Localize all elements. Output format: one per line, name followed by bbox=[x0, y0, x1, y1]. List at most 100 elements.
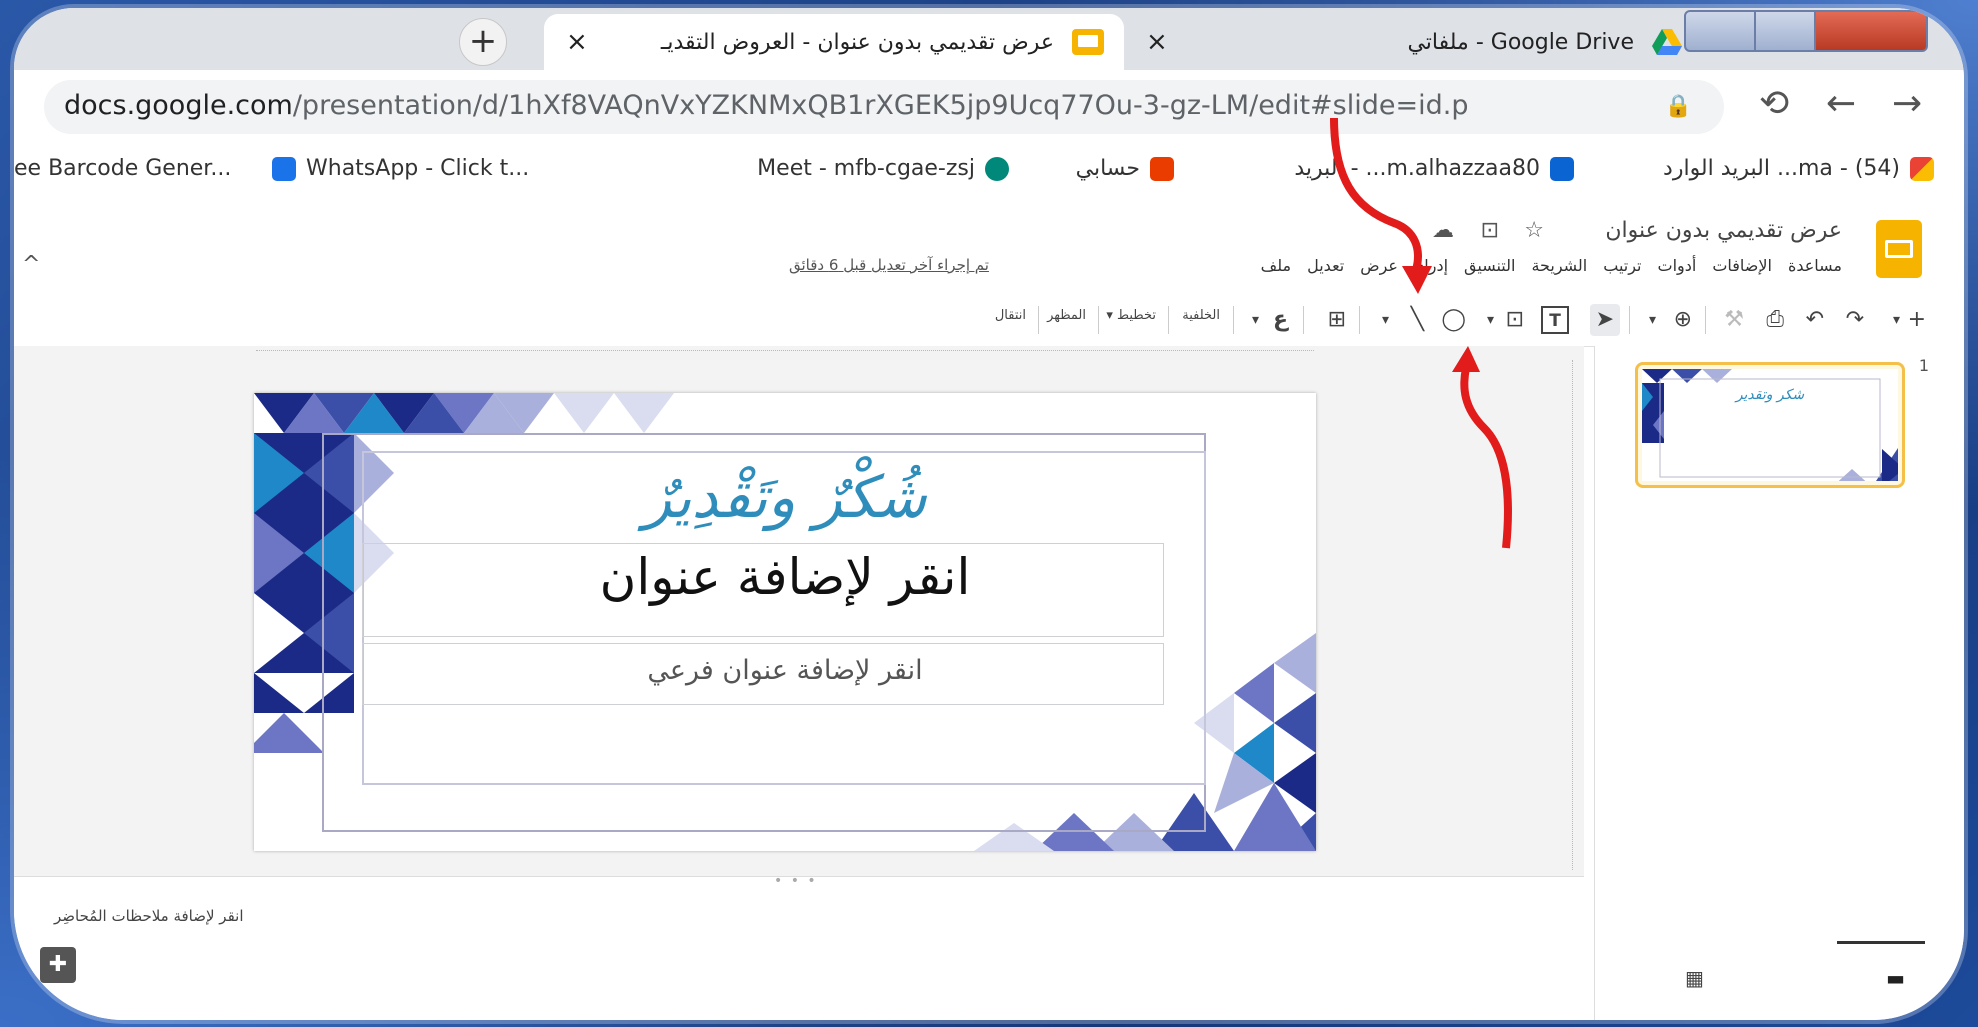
image-dropdown-icon[interactable]: ▾ bbox=[1487, 304, 1494, 336]
zoom-icon[interactable]: ⊕ bbox=[1674, 304, 1692, 336]
thumbnail-title: شكر وتقدير bbox=[1735, 387, 1805, 403]
url-field[interactable]: docs.google.com/presentation/d/1hXf8VAQn… bbox=[44, 80, 1724, 134]
browser-window: + × عرض تقديمي بدون عنوان - العروض التقد… bbox=[14, 8, 1964, 1020]
toolbar-divider bbox=[1098, 306, 1099, 334]
slides-logo-icon[interactable] bbox=[1876, 220, 1922, 278]
menu-view[interactable]: عرض bbox=[1360, 256, 1398, 275]
address-bar: docs.google.com/presentation/d/1hXf8VAQn… bbox=[14, 70, 1964, 146]
minimize-button[interactable] bbox=[1684, 10, 1758, 52]
theme-button[interactable]: المظهر bbox=[1047, 308, 1086, 323]
bookmark-gmail[interactable]: البريد الوارد ...ma - (54) bbox=[1663, 156, 1934, 181]
back-icon[interactable]: ← bbox=[1826, 84, 1856, 124]
slide-filmstrip: 1 شكر وتقدير ▦ ▬ bbox=[1594, 346, 1964, 1020]
thumbnail-content: شكر وتقدير bbox=[1642, 369, 1898, 481]
speaker-notes-panel[interactable]: • • • انقر لإضافة ملاحظات المُحاضِر ✚ bbox=[14, 873, 1584, 1020]
bookmark-whatsapp[interactable]: WhatsApp - Click t... bbox=[272, 156, 529, 181]
title-placeholder[interactable]: انقر لإضافة عنوان bbox=[254, 548, 1316, 606]
bookmark-outlook[interactable]: البريد - ...m.alhazzaa80 bbox=[1294, 156, 1574, 181]
redo-icon[interactable]: ↷ bbox=[1846, 304, 1864, 336]
tab-close-icon[interactable]: × bbox=[1146, 27, 1168, 57]
horizontal-ruler bbox=[256, 350, 1314, 361]
tab-title: Google Drive - ملفاتي bbox=[1407, 29, 1634, 55]
menu-insert[interactable]: إدراج bbox=[1414, 256, 1448, 275]
collapse-chevron-icon[interactable]: ^ bbox=[22, 252, 40, 277]
new-slide-dropdown-icon[interactable]: ▾ bbox=[1893, 304, 1900, 336]
tab-slides[interactable]: × عرض تقديمي بدون عنوان - العروض التقديـ bbox=[544, 14, 1124, 70]
zoom-dropdown-icon[interactable]: ▾ bbox=[1649, 304, 1656, 336]
menu-file[interactable]: ملف bbox=[1261, 256, 1291, 275]
bookmark-label: WhatsApp - Click t... bbox=[306, 156, 530, 181]
tab-strip: + × عرض تقديمي بدون عنوان - العروض التقد… bbox=[14, 8, 1964, 70]
speaker-notes-placeholder[interactable]: انقر لإضافة ملاحظات المُحاضِر bbox=[54, 907, 244, 925]
explore-icon[interactable]: ✚ bbox=[40, 947, 76, 983]
toolbar-divider bbox=[1233, 306, 1234, 334]
whatsapp-link-icon bbox=[272, 156, 296, 181]
bookmark-label: حسابي bbox=[1075, 156, 1140, 181]
move-folder-icon[interactable]: ⊡ bbox=[1481, 218, 1499, 243]
layout-button[interactable]: تخطيط ▾ bbox=[1106, 308, 1156, 323]
menu-edit[interactable]: تعديل bbox=[1307, 256, 1344, 275]
filmstrip-view-icon[interactable]: ▬ bbox=[1886, 966, 1905, 990]
bookmark-office[interactable]: حسابي bbox=[1076, 156, 1174, 181]
tab-drive[interactable]: × Google Drive - ملفاتي bbox=[1124, 14, 1704, 70]
lock-icon[interactable]: 🔒 bbox=[1665, 94, 1692, 119]
maximize-button[interactable] bbox=[1754, 10, 1818, 52]
image-icon[interactable]: ⊡ bbox=[1506, 304, 1524, 336]
notes-resize-handle[interactable]: • • • bbox=[774, 873, 818, 889]
menu-addons[interactable]: الإضافات bbox=[1712, 256, 1772, 275]
cloud-status-icon[interactable]: ☁ bbox=[1432, 218, 1454, 243]
bookmarks-bar: البريد الوارد ...ma - (54) البريد - ...m… bbox=[14, 146, 1964, 197]
menu-slide[interactable]: الشريحة bbox=[1531, 256, 1587, 275]
textbox-tool[interactable]: T bbox=[1541, 304, 1569, 336]
transition-button[interactable]: انتقال bbox=[995, 308, 1026, 323]
document-title[interactable]: عرض تقديمي بدون عنوان bbox=[1605, 218, 1842, 243]
select-cursor-icon[interactable]: ➤ bbox=[1589, 304, 1620, 336]
vertical-ruler bbox=[1572, 360, 1583, 870]
slide-thumbnail[interactable]: شكر وتقدير bbox=[1635, 362, 1905, 488]
bookmark-label: Meet - mfb-cgae-zsj bbox=[757, 156, 975, 181]
menu-help[interactable]: مساعدة bbox=[1788, 256, 1842, 275]
calligraphy-heading[interactable]: شُكْرٌ وتَقْدِيرٌ bbox=[254, 463, 1316, 531]
meet-icon bbox=[985, 156, 1009, 181]
toolbar-divider bbox=[1303, 306, 1304, 334]
new-slide-icon[interactable]: + bbox=[1908, 304, 1926, 336]
toolbar-divider bbox=[1629, 306, 1630, 334]
input-tools-dropdown-icon[interactable]: ▾ bbox=[1252, 304, 1259, 336]
undo-icon[interactable]: ↶ bbox=[1806, 304, 1824, 336]
print-icon[interactable]: ⎙ bbox=[1766, 304, 1784, 336]
menu-format[interactable]: التنسيق bbox=[1464, 256, 1515, 275]
last-edit-link[interactable]: تم إجراء آخر تعديل قبل 6 دقائق bbox=[789, 256, 989, 274]
slide-canvas[interactable]: شُكْرٌ وتَقْدِيرٌ انقر لإضافة عنوان انقر… bbox=[254, 393, 1316, 851]
bookmark-label: البريد - ...m.alhazzaa80 bbox=[1294, 156, 1540, 181]
thumbnail-decoration bbox=[1642, 369, 1898, 481]
reload-icon[interactable]: ⟲ bbox=[1759, 84, 1789, 124]
line-icon[interactable]: ╲ bbox=[1411, 304, 1424, 336]
menu-arrange[interactable]: ترتيب bbox=[1603, 256, 1641, 275]
slides-icon bbox=[1072, 29, 1104, 55]
shape-icon[interactable]: ◯ bbox=[1441, 304, 1466, 336]
toolbar-divider bbox=[1705, 306, 1706, 334]
menu-tools[interactable]: أدوات bbox=[1658, 256, 1697, 275]
tab-close-icon[interactable]: × bbox=[566, 27, 588, 57]
bookmark-barcode[interactable]: ee Barcode Gener... bbox=[14, 156, 231, 181]
input-tools-icon[interactable]: ع bbox=[1273, 304, 1288, 336]
toolbar: + ▾ ↷ ↶ ⎙ ⚒ ⊕ ▾ ➤ T ⊡ ▾ ◯ ╲ ▾ ⊞ ع ▾ الخل… bbox=[14, 296, 1964, 347]
toolbar-divider bbox=[1359, 306, 1360, 334]
slide-number: 1 bbox=[1918, 356, 1929, 375]
bookmark-meet[interactable]: Meet - mfb-cgae-zsj bbox=[757, 156, 1009, 181]
close-window-button[interactable] bbox=[1814, 10, 1928, 52]
subtitle-placeholder[interactable]: انقر لإضافة عنوان فرعي bbox=[254, 655, 1316, 686]
paint-format-icon[interactable]: ⚒ bbox=[1724, 304, 1744, 336]
new-tab-button[interactable]: + bbox=[459, 18, 507, 66]
bookmark-label: البريد الوارد ...ma - (54) bbox=[1663, 156, 1900, 181]
line-dropdown-icon[interactable]: ▾ bbox=[1382, 304, 1389, 336]
background-button[interactable]: الخلفية bbox=[1182, 308, 1220, 323]
grid-view-icon[interactable]: ▦ bbox=[1685, 966, 1704, 990]
menu-bar: ملف تعديل عرض إدراج التنسيق الشريحة ترتي… bbox=[1261, 256, 1842, 275]
outlook-icon bbox=[1550, 156, 1574, 181]
forward-icon[interactable]: → bbox=[1892, 84, 1922, 124]
window-controls bbox=[1684, 8, 1928, 52]
office-icon bbox=[1150, 156, 1174, 181]
star-icon[interactable]: ☆ bbox=[1524, 218, 1544, 243]
comment-icon[interactable]: ⊞ bbox=[1328, 304, 1346, 336]
